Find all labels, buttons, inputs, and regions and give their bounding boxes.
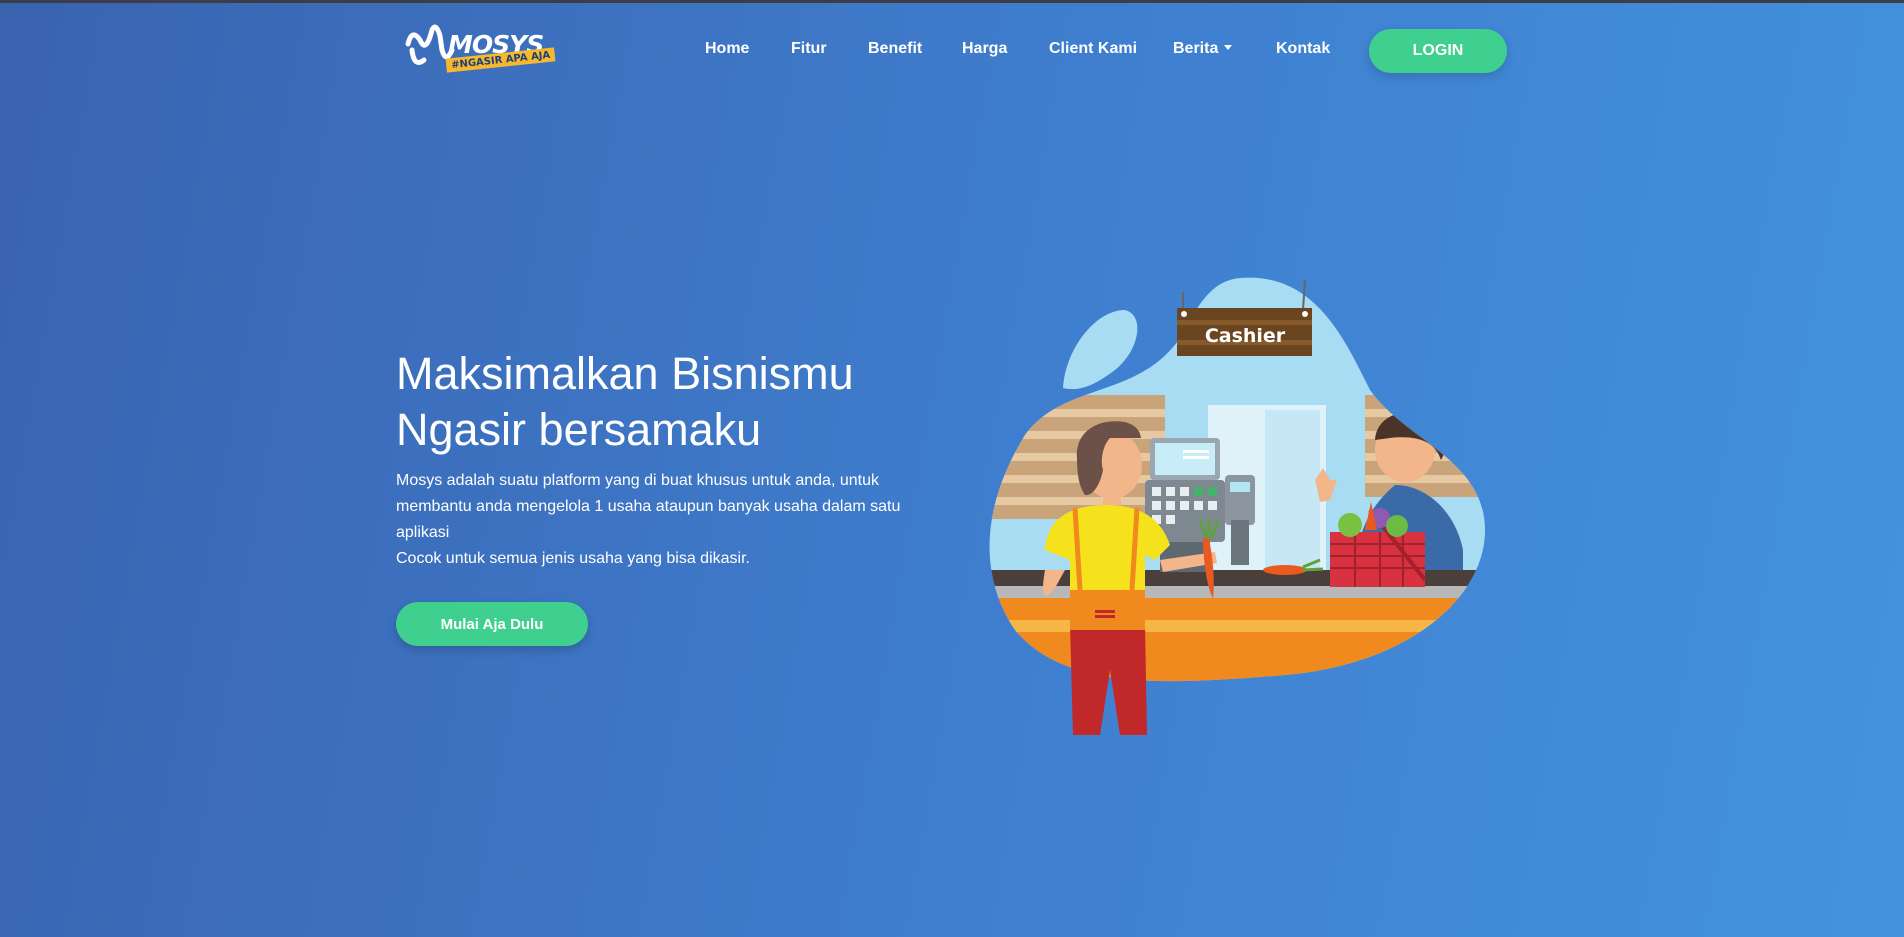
- nav-item-berita-dropdown[interactable]: Berita: [1173, 40, 1233, 58]
- nav-item-home[interactable]: Home: [705, 40, 749, 58]
- cashier-sign-text: Cashier: [1205, 325, 1286, 347]
- nav-item-client-kami[interactable]: Client Kami: [1049, 40, 1137, 58]
- hero-title: Maksimalkan Bisnismu Ngasir bersamaku: [396, 346, 916, 458]
- login-button[interactable]: LOGIN: [1369, 29, 1507, 73]
- hero-title-line1: Maksimalkan Bisnismu: [396, 348, 854, 399]
- nav-item-benefit[interactable]: Benefit: [868, 40, 922, 58]
- hero-description: Mosys adalah suatu platform yang di buat…: [396, 468, 916, 572]
- nav-item-berita-label: Berita: [1173, 40, 1219, 57]
- hero-description-line2: Cocok untuk semua jenis usaha yang bisa …: [396, 550, 750, 567]
- chevron-down-icon: [1224, 45, 1233, 50]
- cashier-illustration: Cashier: [989, 277, 1486, 735]
- nav-item-kontak[interactable]: Kontak: [1276, 40, 1330, 58]
- top-border: [0, 0, 1904, 3]
- start-now-button[interactable]: Mulai Aja Dulu: [396, 602, 588, 646]
- main-nav: Home Fitur Benefit Harga Client Kami Ber…: [0, 40, 1904, 64]
- hero-description-line1: Mosys adalah suatu platform yang di buat…: [396, 472, 901, 541]
- nav-item-fitur[interactable]: Fitur: [791, 40, 827, 58]
- nav-item-harga[interactable]: Harga: [962, 40, 1007, 58]
- hero-title-line2: Ngasir bersamaku: [396, 404, 762, 455]
